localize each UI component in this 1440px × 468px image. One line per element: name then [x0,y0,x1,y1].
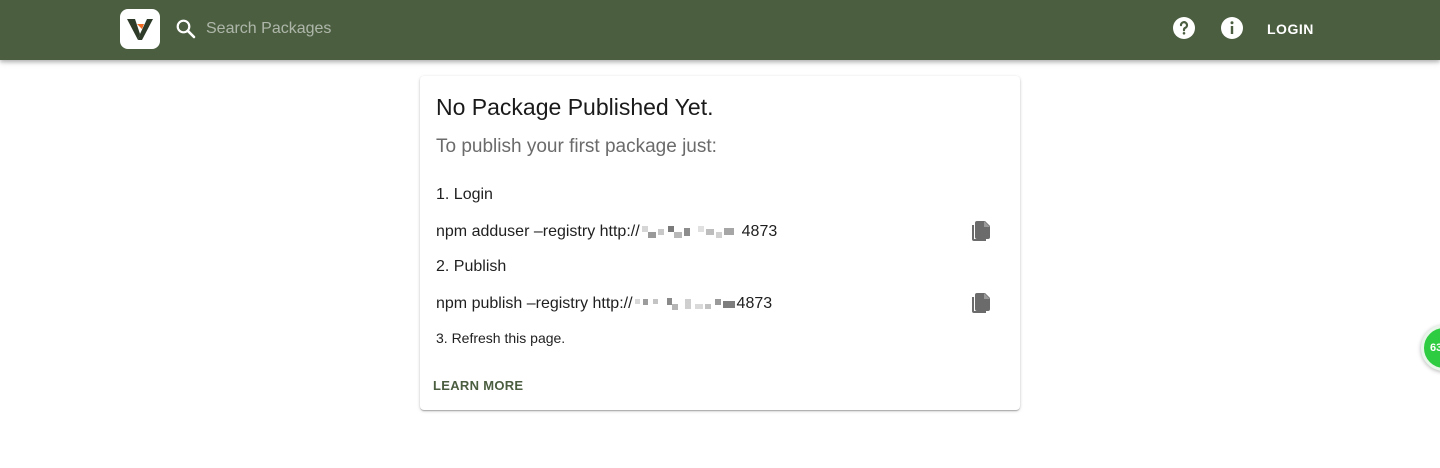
command-port: 4873 [741,223,778,241]
card-title: No Package Published Yet. [436,94,714,120]
search-icon [176,19,196,39]
help-circle-icon[interactable] [1172,16,1196,40]
adduser-command: npm adduser –registry http:// 4873 [436,223,777,241]
badge-count: 63 [1430,342,1440,354]
app-header: LOGIN [0,0,1440,60]
refresh-note: 3. Refresh this page. [436,330,566,346]
login-button[interactable]: LOGIN [1258,18,1323,40]
learn-more-button[interactable]: LEARN MORE [433,378,523,393]
command-prefix: npm publish –registry http:// [436,295,633,313]
copy-icon[interactable] [968,292,992,316]
empty-state-card: No Package Published Yet. To publish you… [420,76,1020,410]
info-circle-icon[interactable] [1220,16,1244,40]
publish-command: npm publish –registry http:// 4873 [436,295,772,313]
command-prefix: npm adduser –registry http:// [436,223,640,241]
logo-mark-icon [127,19,153,40]
floating-badge[interactable]: 63 [1421,325,1440,371]
search-input[interactable] [206,14,606,44]
step-login-label: 1. Login [436,186,493,203]
command-port: 4873 [736,295,773,313]
copy-icon[interactable] [968,220,992,244]
redacted-host [634,298,735,310]
verdaccio-logo[interactable] [120,9,160,49]
card-subtitle: To publish your first package just: [436,136,717,157]
step-publish-label: 2. Publish [436,258,507,275]
redacted-host [641,226,734,238]
